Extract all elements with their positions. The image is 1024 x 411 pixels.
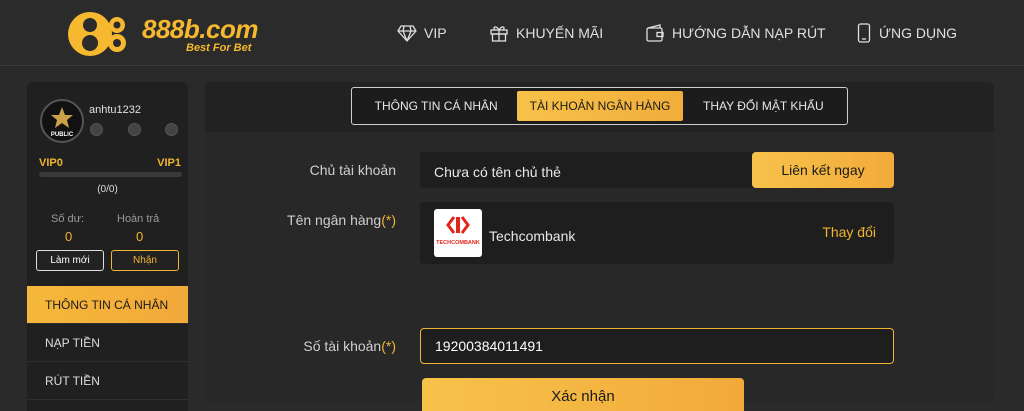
avatar-label: PUBLIC — [51, 132, 74, 138]
required-mark: (*) — [381, 212, 396, 228]
link-now-button[interactable]: Liên kết ngay — [752, 152, 894, 188]
vip-progress-bar — [39, 172, 182, 177]
account-sidebar: PUBLIC anhtu1232 VIP0 VIP1 (0/0) Số dư: … — [27, 82, 188, 411]
bank-form: Chủ tài khoản Chưa có tên chủ thẻ Liên k… — [205, 132, 994, 411]
techcombank-mark-icon: TECHCOMBANK — [436, 216, 480, 246]
wallet-icon — [646, 24, 664, 42]
username: anhtu1232 — [89, 104, 141, 116]
vip-count: (0/0) — [97, 184, 118, 195]
message-icon[interactable] — [165, 123, 178, 136]
vip-current: VIP0 — [39, 157, 63, 169]
refresh-button[interactable]: Làm mới — [36, 250, 104, 271]
holder-field: Chưa có tên chủ thẻ Liên kết ngay — [420, 152, 894, 188]
refund-label: Hoàn trả — [117, 213, 160, 225]
nav-deposit-guide-label: HƯỚNG DẪN NẠP RÚT — [672, 25, 826, 41]
gift-icon — [490, 26, 508, 42]
account-tabs: THÔNG TIN CÁ NHÂN TÀI KHOẢN NGÂN HÀNG TH… — [351, 87, 848, 125]
balance-value: 0 — [65, 229, 73, 244]
bank-field: TECHCOMBANK Techcombank Thay đổi — [420, 202, 894, 264]
chat-icon[interactable] — [90, 123, 103, 136]
brand-logo[interactable]: 888b.com Best For Bet — [68, 8, 268, 60]
techcombank-logo: TECHCOMBANK — [434, 209, 482, 257]
account-label: Số tài khoản(*) — [303, 338, 396, 354]
avatar[interactable]: PUBLIC — [40, 99, 84, 143]
nav-vip-label: VIP — [424, 25, 447, 41]
account-label-text: Số tài khoản — [303, 338, 382, 354]
holder-value: Chưa có tên chủ thẻ — [434, 164, 561, 180]
bank-name: Techcombank — [489, 228, 576, 244]
tab-change-password[interactable]: THAY ĐỔI MẬT KHẨU — [683, 91, 844, 121]
receive-button[interactable]: Nhận — [111, 250, 179, 271]
tab-bank-account[interactable]: TÀI KHOẢN NGÂN HÀNG — [517, 91, 683, 121]
bank-label: Tên ngân hàng(*) — [287, 212, 396, 228]
sidebar-item-deposit[interactable]: NẠP TIỀN — [27, 324, 188, 362]
phone-icon — [857, 23, 871, 43]
vip-next: VIP1 — [157, 157, 181, 169]
change-bank-link[interactable]: Thay đổi — [822, 224, 876, 240]
account-number-input[interactable] — [420, 328, 894, 364]
diamond-icon — [397, 25, 417, 42]
nav-deposit-guide[interactable]: HƯỚNG DẪN NẠP RÚT — [645, 22, 826, 44]
required-mark: (*) — [381, 338, 396, 354]
holder-label: Chủ tài khoản — [309, 162, 396, 178]
balance-label: Số dư: — [51, 213, 85, 225]
refund-value: 0 — [136, 229, 144, 244]
sidebar-item-withdraw[interactable]: RÚT TIỀN — [27, 362, 188, 400]
nav-promotions[interactable]: KHUYẾN MÃI — [489, 22, 603, 44]
nav-app[interactable]: ỨNG DỤNG — [856, 22, 957, 44]
main-panel: THÔNG TIN CÁ NHÂN TÀI KHOẢN NGÂN HÀNG TH… — [205, 82, 994, 411]
logo-tagline: Best For Bet — [186, 42, 252, 54]
star-badge-icon: PUBLIC — [51, 107, 74, 138]
bank-logo-text: TECHCOMBANK — [436, 240, 480, 246]
nav-promotions-label: KHUYẾN MÃI — [516, 25, 604, 41]
confirm-button[interactable]: Xác nhận — [422, 378, 744, 411]
bank-label-text: Tên ngân hàng — [287, 212, 382, 228]
logo-888-icon — [68, 12, 126, 56]
sidebar-item-profile[interactable]: THÔNG TIN CÁ NHÂN — [27, 286, 188, 324]
nav-vip[interactable]: VIP — [397, 22, 447, 44]
nav-app-label: ỨNG DỤNG — [879, 25, 958, 41]
tab-personal-info[interactable]: THÔNG TIN CÁ NHÂN — [355, 91, 517, 121]
top-header: 888b.com Best For Bet VIP KHUYẾN MÃI HƯỚ… — [0, 0, 1024, 66]
lock-icon[interactable] — [128, 123, 141, 136]
logo-text: 888b.com — [142, 14, 258, 44]
